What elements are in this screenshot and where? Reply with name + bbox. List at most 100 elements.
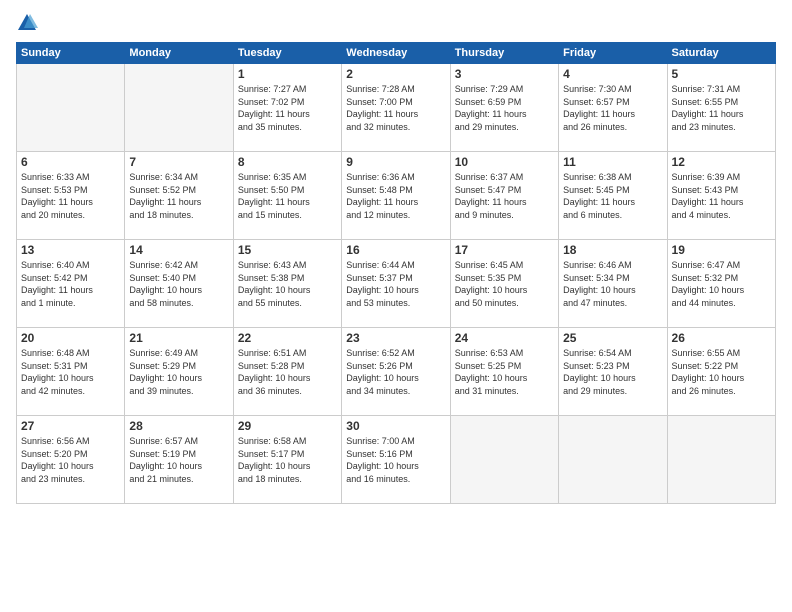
calendar-cell: 12 Sunrise: 6:39 AM Sunset: 5:43 PM Dayli… [667, 152, 775, 240]
calendar-cell: 13Sunrise: 6:40 AM Sunset: 5:42 PM Dayli… [17, 240, 125, 328]
day-info: Sunrise: 6:49 AM Sunset: 5:29 PM Dayligh… [129, 347, 228, 397]
calendar-cell [450, 416, 558, 504]
day-number: 28 [129, 419, 228, 433]
day-info: Sunrise: 6:42 AM Sunset: 5:40 PM Dayligh… [129, 259, 228, 309]
day-info: Sunrise: 6:37 AM Sunset: 5:47 PM Dayligh… [455, 171, 554, 221]
day-info: Sunrise: 6:53 AM Sunset: 5:25 PM Dayligh… [455, 347, 554, 397]
calendar-table: SundayMondayTuesdayWednesdayThursdayFrid… [16, 42, 776, 504]
calendar-cell: 3Sunrise: 7:29 AM Sunset: 6:59 PM Daylig… [450, 64, 558, 152]
day-number: 9 [346, 155, 445, 169]
calendar-cell [17, 64, 125, 152]
calendar-cell: 23 Sunrise: 6:52 AM Sunset: 5:26 PM Dayli… [342, 328, 450, 416]
day-info: Sunrise: 6:39 AM Sunset: 5:43 PM Dayligh… [672, 171, 771, 221]
calendar-cell: 15 Sunrise: 6:43 AM Sunset: 5:38 PM Dayli… [233, 240, 341, 328]
day-info: Sunrise: 6:58 AM Sunset: 5:17 PM Dayligh… [238, 435, 337, 485]
calendar-cell: 30 Sunrise: 7:00 AM Sunset: 5:16 PM Dayli… [342, 416, 450, 504]
day-number: 30 [346, 419, 445, 433]
day-info: Sunrise: 6:52 AM Sunset: 5:26 PM Dayligh… [346, 347, 445, 397]
logo [16, 12, 42, 34]
calendar-cell: 16Sunrise: 6:44 AM Sunset: 5:37 PM Dayli… [342, 240, 450, 328]
day-number: 7 [129, 155, 228, 169]
calendar-cell: 27 Sunrise: 6:56 AM Sunset: 5:20 PM Dayli… [17, 416, 125, 504]
day-number: 25 [563, 331, 662, 345]
day-info: Sunrise: 6:36 AM Sunset: 5:48 PM Dayligh… [346, 171, 445, 221]
day-info: Sunrise: 6:56 AM Sunset: 5:20 PM Dayligh… [21, 435, 120, 485]
weekday-header-saturday: Saturday [667, 43, 775, 64]
day-number: 17 [455, 243, 554, 257]
logo-icon [16, 12, 38, 34]
day-info: Sunrise: 6:34 AM Sunset: 5:52 PM Dayligh… [129, 171, 228, 221]
calendar-cell: 20 Sunrise: 6:48 AM Sunset: 5:31 PM Dayli… [17, 328, 125, 416]
week-row-2: 6 Sunrise: 6:33 AM Sunset: 5:53 PM Daylig… [17, 152, 776, 240]
day-info: Sunrise: 6:46 AM Sunset: 5:34 PM Dayligh… [563, 259, 662, 309]
calendar-cell: 2Sunrise: 7:28 AM Sunset: 7:00 PM Daylig… [342, 64, 450, 152]
header [16, 12, 776, 34]
day-info: Sunrise: 7:30 AM Sunset: 6:57 PM Dayligh… [563, 83, 662, 133]
day-number: 12 [672, 155, 771, 169]
day-number: 22 [238, 331, 337, 345]
day-number: 6 [21, 155, 120, 169]
day-info: Sunrise: 6:33 AM Sunset: 5:53 PM Dayligh… [21, 171, 120, 221]
day-info: Sunrise: 6:47 AM Sunset: 5:32 PM Dayligh… [672, 259, 771, 309]
day-number: 19 [672, 243, 771, 257]
day-number: 15 [238, 243, 337, 257]
calendar-cell: 26Sunrise: 6:55 AM Sunset: 5:22 PM Dayli… [667, 328, 775, 416]
day-number: 24 [455, 331, 554, 345]
weekday-header-row: SundayMondayTuesdayWednesdayThursdayFrid… [17, 43, 776, 64]
week-row-3: 13Sunrise: 6:40 AM Sunset: 5:42 PM Dayli… [17, 240, 776, 328]
calendar-cell: 7 Sunrise: 6:34 AM Sunset: 5:52 PM Daylig… [125, 152, 233, 240]
day-info: Sunrise: 7:27 AM Sunset: 7:02 PM Dayligh… [238, 83, 337, 133]
calendar-cell: 29 Sunrise: 6:58 AM Sunset: 5:17 PM Dayli… [233, 416, 341, 504]
calendar-cell: 19 Sunrise: 6:47 AM Sunset: 5:32 PM Dayli… [667, 240, 775, 328]
calendar-cell [125, 64, 233, 152]
calendar-cell: 22 Sunrise: 6:51 AM Sunset: 5:28 PM Dayli… [233, 328, 341, 416]
day-number: 23 [346, 331, 445, 345]
day-number: 1 [238, 67, 337, 81]
day-info: Sunrise: 6:54 AM Sunset: 5:23 PM Dayligh… [563, 347, 662, 397]
week-row-5: 27 Sunrise: 6:56 AM Sunset: 5:20 PM Dayli… [17, 416, 776, 504]
day-info: Sunrise: 7:31 AM Sunset: 6:55 PM Dayligh… [672, 83, 771, 133]
day-number: 10 [455, 155, 554, 169]
weekday-header-monday: Monday [125, 43, 233, 64]
day-info: Sunrise: 6:44 AM Sunset: 5:37 PM Dayligh… [346, 259, 445, 309]
day-number: 27 [21, 419, 120, 433]
calendar-cell [667, 416, 775, 504]
calendar-cell: 28 Sunrise: 6:57 AM Sunset: 5:19 PM Dayli… [125, 416, 233, 504]
day-info: Sunrise: 7:29 AM Sunset: 6:59 PM Dayligh… [455, 83, 554, 133]
day-info: Sunrise: 6:57 AM Sunset: 5:19 PM Dayligh… [129, 435, 228, 485]
day-number: 8 [238, 155, 337, 169]
day-info: Sunrise: 6:35 AM Sunset: 5:50 PM Dayligh… [238, 171, 337, 221]
weekday-header-wednesday: Wednesday [342, 43, 450, 64]
calendar-cell: 8 Sunrise: 6:35 AM Sunset: 5:50 PM Daylig… [233, 152, 341, 240]
day-info: Sunrise: 7:28 AM Sunset: 7:00 PM Dayligh… [346, 83, 445, 133]
calendar-cell: 14 Sunrise: 6:42 AM Sunset: 5:40 PM Dayli… [125, 240, 233, 328]
calendar-cell [559, 416, 667, 504]
calendar-cell: 25 Sunrise: 6:54 AM Sunset: 5:23 PM Dayli… [559, 328, 667, 416]
weekday-header-thursday: Thursday [450, 43, 558, 64]
day-info: Sunrise: 7:00 AM Sunset: 5:16 PM Dayligh… [346, 435, 445, 485]
day-info: Sunrise: 6:43 AM Sunset: 5:38 PM Dayligh… [238, 259, 337, 309]
calendar-cell: 21Sunrise: 6:49 AM Sunset: 5:29 PM Dayli… [125, 328, 233, 416]
week-row-4: 20 Sunrise: 6:48 AM Sunset: 5:31 PM Dayli… [17, 328, 776, 416]
day-info: Sunrise: 6:51 AM Sunset: 5:28 PM Dayligh… [238, 347, 337, 397]
day-info: Sunrise: 6:45 AM Sunset: 5:35 PM Dayligh… [455, 259, 554, 309]
calendar-cell: 1 Sunrise: 7:27 AM Sunset: 7:02 PM Daylig… [233, 64, 341, 152]
calendar-cell: 11Sunrise: 6:38 AM Sunset: 5:45 PM Dayli… [559, 152, 667, 240]
day-info: Sunrise: 6:40 AM Sunset: 5:42 PM Dayligh… [21, 259, 120, 309]
calendar-cell: 9 Sunrise: 6:36 AM Sunset: 5:48 PM Daylig… [342, 152, 450, 240]
day-number: 11 [563, 155, 662, 169]
day-number: 20 [21, 331, 120, 345]
weekday-header-tuesday: Tuesday [233, 43, 341, 64]
day-number: 5 [672, 67, 771, 81]
weekday-header-sunday: Sunday [17, 43, 125, 64]
day-number: 29 [238, 419, 337, 433]
week-row-1: 1 Sunrise: 7:27 AM Sunset: 7:02 PM Daylig… [17, 64, 776, 152]
day-number: 14 [129, 243, 228, 257]
day-info: Sunrise: 6:48 AM Sunset: 5:31 PM Dayligh… [21, 347, 120, 397]
calendar-cell: 6 Sunrise: 6:33 AM Sunset: 5:53 PM Daylig… [17, 152, 125, 240]
calendar-cell: 10 Sunrise: 6:37 AM Sunset: 5:47 PM Dayli… [450, 152, 558, 240]
calendar-cell: 24 Sunrise: 6:53 AM Sunset: 5:25 PM Dayli… [450, 328, 558, 416]
page: SundayMondayTuesdayWednesdayThursdayFrid… [0, 0, 792, 612]
weekday-header-friday: Friday [559, 43, 667, 64]
calendar-cell: 4Sunrise: 7:30 AM Sunset: 6:57 PM Daylig… [559, 64, 667, 152]
